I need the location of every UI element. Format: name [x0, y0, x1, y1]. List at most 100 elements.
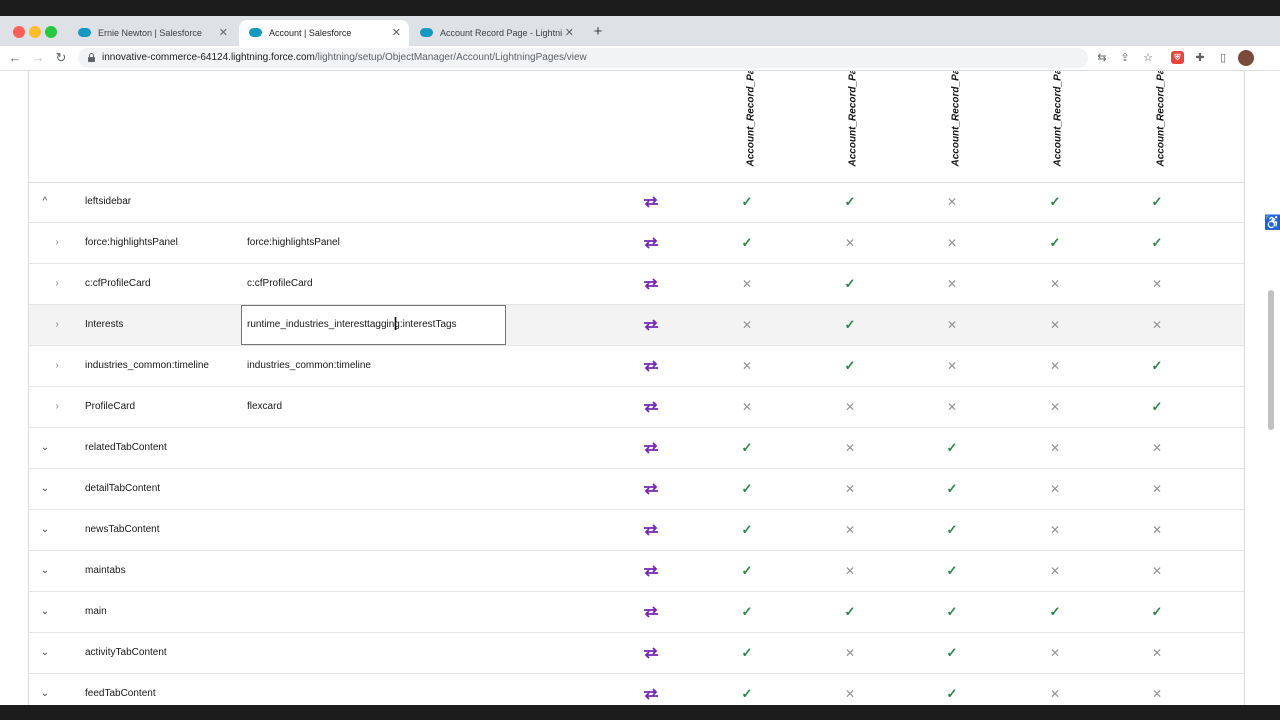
cross-icon: ✕ — [1049, 277, 1061, 291]
cross-icon: ✕ — [946, 277, 958, 291]
table-row[interactable]: ⌄ relatedTabContent ✓ ✕ ✓ ✕ ✕ — [29, 428, 1244, 469]
minimize-window-button[interactable] — [29, 26, 41, 38]
table-row[interactable]: ⌄ activityTabContent ✓ ✕ ✓ ✕ ✕ — [29, 633, 1244, 674]
chevron-down-icon[interactable]: ⌄ — [38, 551, 52, 591]
profile-avatar[interactable] — [1238, 50, 1254, 66]
checkmark-icon: ✓ — [844, 604, 856, 619]
cross-icon: ✕ — [844, 687, 856, 701]
tab-title: Account Record Page - Lightni — [440, 28, 563, 38]
forward-arrow-icon[interactable]: → — [29, 49, 47, 67]
table-row[interactable]: ⌄ detailTabContent ✓ ✕ ✓ ✕ ✕ — [29, 469, 1244, 510]
chevron-down-icon[interactable]: ⌄ — [38, 469, 52, 509]
extensions-puzzle-icon[interactable]: ✚ — [1192, 50, 1208, 66]
chevron-down-icon[interactable]: ⌄ — [38, 633, 52, 673]
table-row[interactable]: › ProfileCard flexcard ✕ ✕ ✕ ✕ ✓ — [29, 387, 1244, 428]
compare-arrows-icon[interactable] — [643, 551, 659, 591]
component-name: feedTabContent — [85, 688, 156, 699]
table-row[interactable]: ⌄ newsTabContent ✓ ✕ ✓ ✕ ✕ — [29, 510, 1244, 551]
compare-arrows-icon[interactable] — [643, 346, 659, 386]
checkmark-icon: ✓ — [1049, 604, 1061, 619]
side-panel-icon[interactable]: ▯ — [1215, 50, 1231, 66]
cross-icon: ✕ — [1151, 523, 1163, 537]
cross-icon: ✕ — [844, 236, 856, 250]
component-name: detailTabContent — [85, 483, 161, 494]
browser-toolbar: ← → ↻ innovative-commerce-64124.lightnin… — [0, 46, 1280, 71]
compare-arrows-icon[interactable] — [643, 182, 659, 222]
checkmark-icon: ✓ — [741, 481, 753, 496]
browser-tab-bar: Ernie Newton | Salesforce ✕ Account | Sa… — [0, 16, 1280, 46]
compare-arrows-icon[interactable] — [643, 264, 659, 304]
cross-icon: ✕ — [1049, 687, 1061, 701]
cross-icon: ✕ — [1151, 318, 1163, 332]
compare-arrows-icon[interactable] — [643, 510, 659, 550]
checkmark-icon: ✓ — [946, 522, 958, 537]
chevron-down-icon[interactable]: ⌄ — [38, 592, 52, 632]
compare-arrows-icon[interactable] — [643, 387, 659, 427]
component-name: industries_common:timeline — [85, 360, 209, 371]
back-arrow-icon[interactable]: ← — [6, 49, 24, 67]
chevron-right-icon[interactable]: › — [50, 346, 64, 386]
compare-arrows-icon[interactable] — [643, 674, 659, 705]
chevron-right-icon[interactable]: › — [50, 264, 64, 304]
checkmark-icon: ✓ — [946, 481, 958, 496]
cross-icon: ✕ — [741, 359, 753, 373]
accessibility-icon[interactable]: ♿ — [1264, 214, 1280, 231]
compare-arrows-icon[interactable] — [643, 469, 659, 509]
table-row[interactable]: ^ leftsidebar ✓ ✓ ✕ ✓ ✓ — [29, 182, 1244, 223]
table-row[interactable]: › Interests runtime_industries_interesttag… — [29, 305, 1244, 346]
table-row[interactable]: › industries_common:timeline industries_co… — [29, 346, 1244, 387]
cross-icon: ✕ — [1151, 441, 1163, 455]
chevron-right-icon[interactable]: › — [50, 305, 64, 345]
bookmark-star-icon[interactable]: ☆ — [1140, 50, 1156, 66]
cross-icon: ✕ — [844, 646, 856, 660]
component-value-cell-selected[interactable]: runtime_industries_interesttagging:inter… — [241, 305, 506, 345]
table-row[interactable]: ⌄ main ✓ ✓ ✓ ✓ ✓ — [29, 592, 1244, 633]
checkmark-icon: ✓ — [741, 235, 753, 250]
checkmark-icon: ✓ — [946, 440, 958, 455]
address-bar[interactable]: innovative-commerce-64124.lightning.forc… — [78, 48, 1088, 68]
translate-icon[interactable]: ⇆ — [1094, 50, 1110, 66]
table-row[interactable]: ⌄ feedTabContent ✓ ✕ ✓ ✕ ✕ — [29, 674, 1244, 705]
close-window-button[interactable] — [13, 26, 25, 38]
table-row[interactable]: › c:cfProfileCard c:cfProfileCard ✕ ✓ ✕ ✕ ✕ — [29, 264, 1244, 305]
reload-icon[interactable]: ↻ — [52, 49, 70, 67]
checkmark-icon: ✓ — [1151, 604, 1163, 619]
checkmark-icon: ✓ — [1151, 399, 1163, 414]
table-row[interactable]: › force:highlightsPanel force:highlightsPa… — [29, 223, 1244, 264]
close-tab-icon[interactable]: ✕ — [219, 20, 228, 46]
chevron-right-icon[interactable]: › — [50, 387, 64, 427]
browser-tab-active[interactable]: Account | Salesforce ✕ — [239, 20, 409, 46]
url-path: /lightning/setup/ObjectManager/Account/L… — [314, 52, 587, 63]
column-header: Account_Record_Pa — [739, 71, 759, 171]
cross-icon: ✕ — [844, 523, 856, 537]
cross-icon: ✕ — [1151, 277, 1163, 291]
column-header-label: Account_Record_Pa — [847, 71, 859, 167]
chevron-down-icon[interactable]: ⌄ — [38, 428, 52, 468]
lock-icon — [88, 53, 95, 62]
table-row[interactable]: ⌄ maintabs ✓ ✕ ✓ ✕ ✕ — [29, 551, 1244, 592]
zoom-window-button[interactable] — [45, 26, 57, 38]
compare-arrows-icon[interactable] — [643, 592, 659, 632]
cross-icon: ✕ — [1049, 441, 1061, 455]
compare-arrows-icon[interactable] — [643, 633, 659, 673]
chevron-down-icon[interactable]: ⌄ — [38, 674, 52, 705]
cross-icon: ✕ — [844, 482, 856, 496]
chevron-up-icon[interactable]: ^ — [38, 182, 52, 222]
chevron-down-icon[interactable]: ⌄ — [38, 510, 52, 550]
close-tab-icon[interactable]: ✕ — [392, 20, 401, 46]
page-scrollbar[interactable] — [1268, 290, 1274, 430]
compare-arrows-icon[interactable] — [643, 223, 659, 263]
browser-tab[interactable]: Account Record Page - Lightni ✕ — [410, 20, 582, 46]
close-tab-icon[interactable]: ✕ — [565, 20, 574, 46]
cross-icon: ✕ — [741, 400, 753, 414]
chevron-right-icon[interactable]: › — [50, 223, 64, 263]
cross-icon: ✕ — [946, 236, 958, 250]
tab-title: Ernie Newton | Salesforce — [98, 28, 202, 38]
share-icon[interactable]: ⇪ — [1117, 50, 1133, 66]
component-name: activityTabContent — [85, 647, 167, 658]
compare-arrows-icon[interactable] — [643, 305, 659, 345]
extension-shield-icon[interactable]: ⛨ — [1171, 51, 1184, 64]
compare-arrows-icon[interactable] — [643, 428, 659, 468]
new-tab-icon[interactable]: + — [590, 20, 606, 44]
browser-tab[interactable]: Ernie Newton | Salesforce ✕ — [68, 20, 236, 46]
